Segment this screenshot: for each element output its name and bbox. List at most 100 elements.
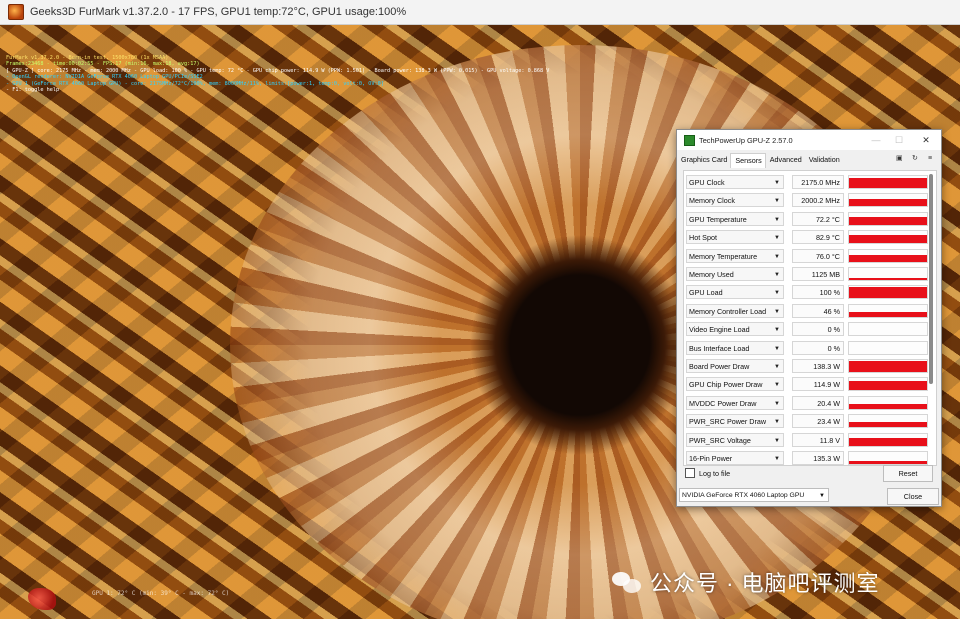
- sensor-row: PWR_SRC Power Draw ▼ 23.4 W: [684, 413, 936, 430]
- chevron-down-icon: ▼: [774, 364, 780, 370]
- furmark-hud: FurMark v1.37.2.0 - Burn-in test, 1500x7…: [6, 55, 549, 93]
- tab-validation[interactable]: Validation: [805, 153, 843, 167]
- maximize-button[interactable]: ☐: [890, 132, 908, 148]
- sensor-name: Bus Interface Load: [689, 343, 750, 353]
- sensor-row: Memory Clock ▼ 2000.2 MHz: [684, 192, 936, 209]
- log-to-file-checkbox[interactable]: [685, 468, 695, 478]
- sensor-list: GPU Clock ▼ 2175.0 MHz Memory Clock ▼ 2000.2 …: [683, 170, 937, 466]
- chevron-down-icon: ▼: [774, 180, 780, 186]
- sensor-graph: [848, 248, 928, 263]
- camera-icon[interactable]: ▣: [896, 155, 903, 162]
- tab-graphics-card[interactable]: Graphics Card: [677, 153, 730, 167]
- sensor-name: Memory Temperature: [689, 251, 758, 261]
- sensor-name-dropdown[interactable]: GPU Chip Power Draw ▼: [686, 377, 784, 392]
- sensor-graph: [848, 451, 928, 465]
- sensor-name-dropdown[interactable]: Video Engine Load ▼: [686, 322, 784, 337]
- chevron-down-icon: ▼: [774, 327, 780, 334]
- chevron-down-icon: ▼: [774, 290, 780, 297]
- sensor-value: 1125 MB: [792, 267, 844, 281]
- sensor-value: 100 %: [792, 285, 844, 300]
- sensor-name: PWR_SRC Voltage: [689, 435, 751, 445]
- sensor-name: Board Power Draw: [689, 362, 750, 371]
- sensor-value: 76.0 °C: [792, 248, 844, 263]
- sensor-value: 46 %: [792, 303, 844, 318]
- sensor-value: 20.4 W: [792, 395, 844, 410]
- sensor-graph: [848, 267, 928, 281]
- furmark-titlebar: Geeks3D FurMark v1.37.2.0 - 17 FPS, GPU1…: [0, 0, 960, 25]
- chevron-down-icon: ▼: [774, 456, 780, 462]
- sensor-name-dropdown[interactable]: PWR_SRC Voltage ▼: [686, 432, 784, 447]
- refresh-icon[interactable]: ↻: [912, 155, 919, 162]
- sensor-value: 2000.2 MHz: [792, 193, 844, 208]
- sensor-value: 138.3 W: [792, 359, 844, 373]
- sensor-row: MVDDC Power Draw ▼ 20.4 W: [684, 395, 936, 412]
- minimize-button[interactable]: —: [867, 132, 885, 148]
- sensor-graph-fill: [849, 255, 927, 262]
- sensor-name-dropdown[interactable]: Memory Clock ▼: [686, 193, 784, 208]
- sensor-graph: [848, 359, 928, 373]
- sensor-graph: [848, 285, 928, 300]
- tab-advanced[interactable]: Advanced: [766, 153, 805, 167]
- sensor-graph: [848, 340, 928, 355]
- sensor-row: Hot Spot ▼ 82.9 °C: [684, 229, 936, 246]
- close-window-button[interactable]: ✕: [917, 132, 935, 148]
- sensor-scrollbar[interactable]: [929, 174, 933, 384]
- chevron-down-icon: ▼: [774, 235, 780, 242]
- sensor-graph: [848, 322, 928, 337]
- chevron-down-icon: ▼: [774, 253, 780, 260]
- sensor-graph: [848, 211, 928, 226]
- sensor-name-dropdown[interactable]: GPU Load ▼: [686, 285, 784, 300]
- sensor-name-dropdown[interactable]: GPU Temperature ▼: [686, 211, 784, 226]
- sensor-name-dropdown[interactable]: Bus Interface Load ▼: [686, 340, 784, 355]
- gpu-select[interactable]: NVIDIA GeForce RTX 4060 Laptop GPU ▼: [679, 488, 829, 502]
- gpuz-tool-icons: ▣ ↻ ≡: [896, 155, 935, 162]
- sensor-graph: [848, 377, 928, 392]
- chevron-down-icon: ▼: [774, 400, 780, 407]
- sensor-graph: [848, 175, 928, 189]
- sensor-name-dropdown[interactable]: Memory Temperature ▼: [686, 248, 784, 263]
- chevron-down-icon: ▼: [774, 216, 780, 223]
- sensor-name-dropdown[interactable]: PWR_SRC Power Draw ▼: [686, 414, 784, 429]
- gpuz-titlebar[interactable]: TechPowerUp GPU-Z 2.57.0 — ☐ ✕: [677, 130, 941, 150]
- chevron-down-icon: ▼: [774, 437, 780, 444]
- sensor-graph-fill: [849, 421, 927, 428]
- sensor-value: 11.8 V: [792, 432, 844, 447]
- furmark-window-title: Geeks3D FurMark v1.37.2.0 - 17 FPS, GPU1…: [30, 6, 407, 18]
- sensor-name: GPU Load: [689, 288, 723, 298]
- sensor-name-dropdown[interactable]: 16-Pin Power ▼: [686, 451, 784, 465]
- sensor-graph-fill: [849, 198, 927, 207]
- log-to-file-option[interactable]: Log to file: [685, 468, 730, 478]
- sensor-name-dropdown[interactable]: Hot Spot ▼: [686, 230, 784, 245]
- chevron-down-icon: ▼: [819, 493, 825, 499]
- sensor-name-dropdown[interactable]: GPU Clock ▼: [686, 175, 784, 189]
- menu-icon[interactable]: ≡: [928, 155, 935, 162]
- gpuz-window: TechPowerUp GPU-Z 2.57.0 — ☐ ✕ Graphics …: [676, 129, 942, 507]
- sensor-graph: [848, 432, 928, 447]
- sensor-value: 82.9 °C: [792, 230, 844, 245]
- sensor-row: Video Engine Load ▼ 0 %: [684, 321, 936, 338]
- log-to-file-label: Log to file: [699, 468, 731, 478]
- sensor-row: GPU Chip Power Draw ▼ 114.9 W: [684, 376, 936, 393]
- chevron-down-icon: ▼: [774, 419, 780, 426]
- sensor-name-dropdown[interactable]: Memory Controller Load ▼: [686, 303, 784, 318]
- sensor-row: Memory Temperature ▼ 76.0 °C: [684, 248, 936, 265]
- sensor-value: 135.3 W: [792, 451, 844, 465]
- sensor-graph-fill: [849, 287, 927, 299]
- chevron-down-icon: ▼: [774, 198, 780, 205]
- sensor-name-dropdown[interactable]: Memory Used ▼: [686, 267, 784, 281]
- watermark-text: 公众号 · 电脑吧评测室: [650, 571, 880, 596]
- sensor-row: Memory Controller Load ▼ 46 %: [684, 303, 936, 320]
- sensor-row: GPU Temperature ▼ 72.2 °C: [684, 211, 936, 228]
- reset-button[interactable]: Reset: [883, 465, 933, 482]
- sensor-graph: [848, 230, 928, 245]
- sensor-row: Bus Interface Load ▼ 0 %: [684, 340, 936, 357]
- sensor-graph: [848, 303, 928, 318]
- sensor-value: 2175.0 MHz: [792, 175, 844, 189]
- sensor-graph-fill: [849, 380, 927, 391]
- tab-sensors[interactable]: Sensors: [730, 152, 766, 168]
- sensor-name-dropdown[interactable]: MVDDC Power Draw ▼: [686, 395, 784, 410]
- sensor-value: 0 %: [792, 340, 844, 355]
- close-button[interactable]: Close: [887, 488, 939, 505]
- sensor-name: Memory Controller Load: [689, 306, 767, 316]
- sensor-name-dropdown[interactable]: Board Power Draw ▼: [686, 359, 784, 373]
